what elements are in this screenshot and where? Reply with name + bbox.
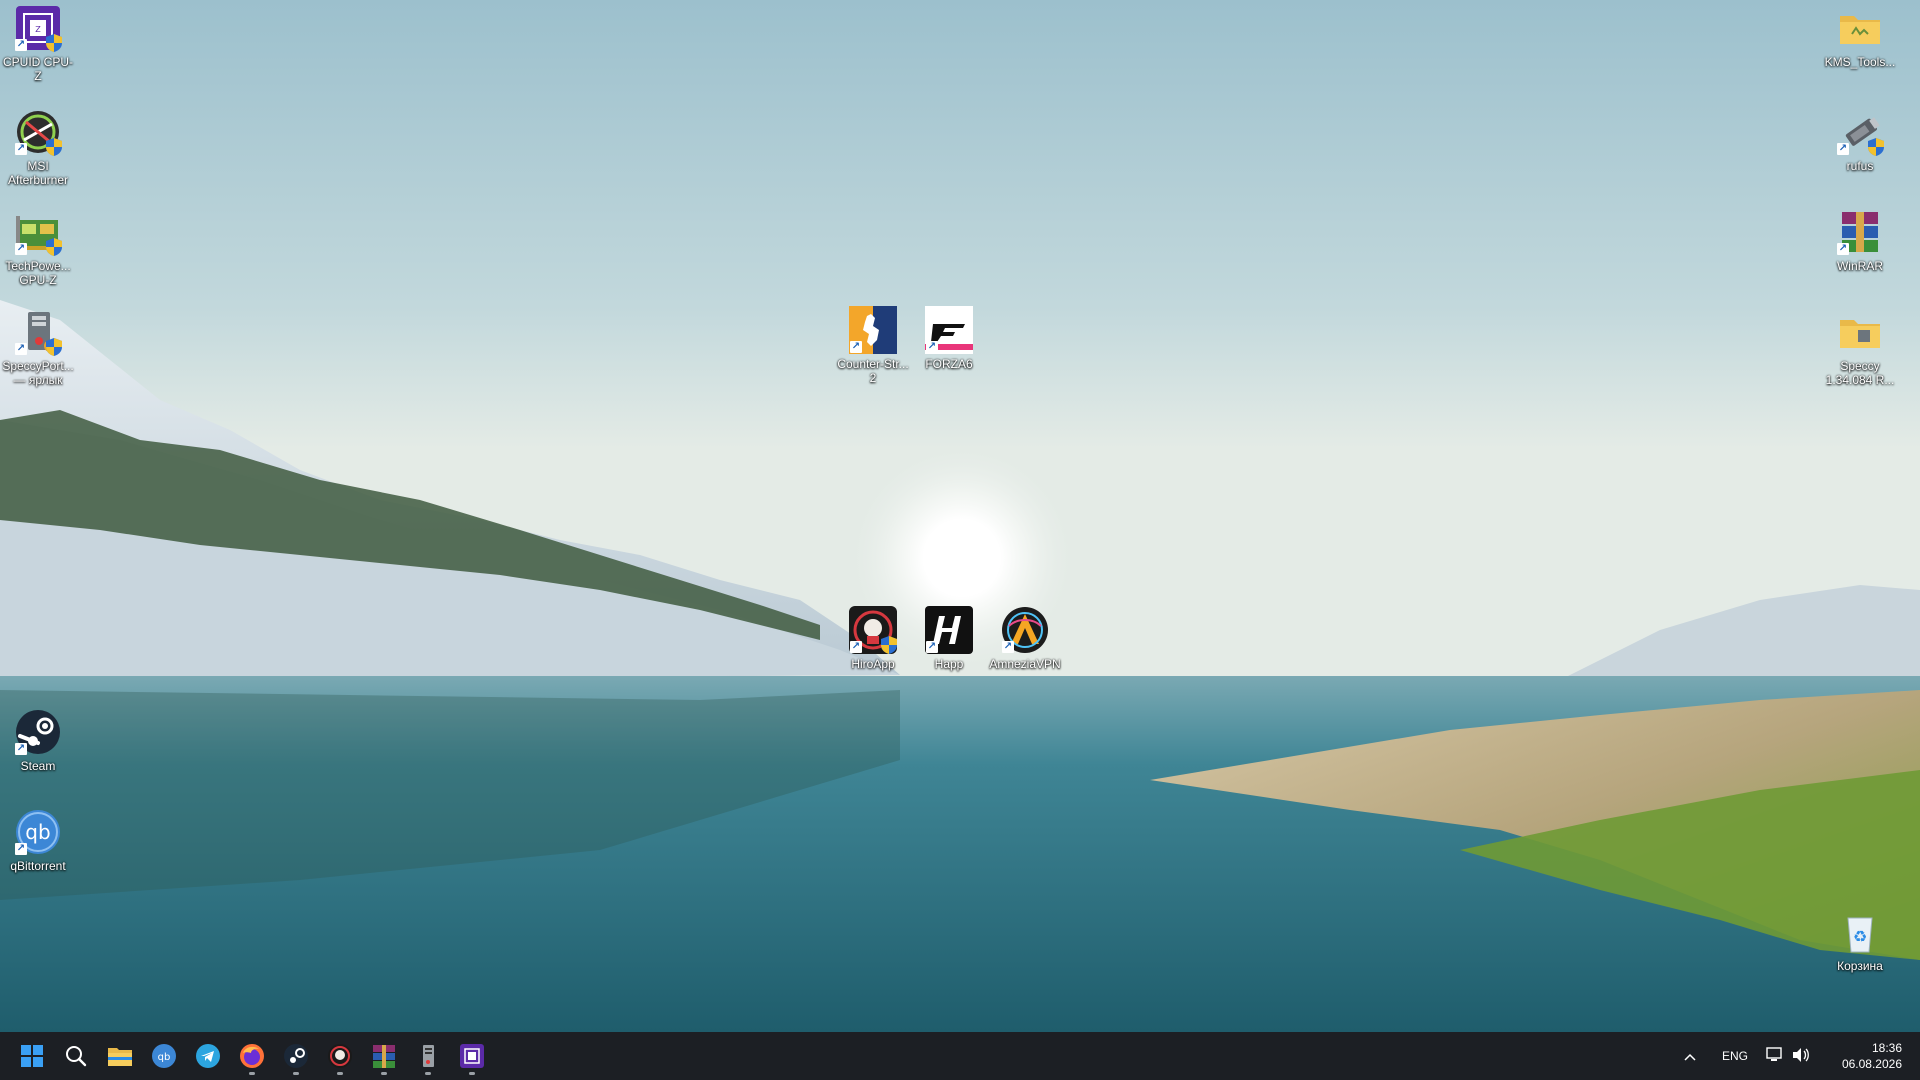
running-indicator (425, 1072, 431, 1075)
desktop-icon-label: KMS_Tools... (1824, 55, 1896, 69)
desktop-icon-label: rufus (1846, 159, 1874, 173)
desktop-icon-kms-tools[interactable]: KMS_Tools... (1822, 4, 1898, 69)
rufus-icon: ↗ (1836, 108, 1884, 156)
search-icon (66, 1046, 87, 1067)
desktop-icon-steam[interactable]: ↗ Steam (0, 708, 76, 773)
speccy-portable-icon: ↗ (14, 308, 62, 356)
gpu-z-icon: ↗ (14, 208, 62, 256)
desktop-icon-hiroapp[interactable]: ↗ HiroApp (835, 606, 911, 671)
msi-afterburner-icon: ↗ (14, 108, 62, 156)
desktop-icon-counter-strike[interactable]: ↗ Counter-Str... 2 (835, 306, 911, 385)
desktop-icon-label: WinRAR (1836, 259, 1883, 273)
hiroapp-icon: ↗ (849, 606, 897, 654)
desktop-icon-label: Корзина (1837, 959, 1883, 973)
firefox-icon (240, 1044, 264, 1068)
running-indicator (337, 1072, 343, 1075)
cpu-z-icon (460, 1044, 484, 1068)
forza-icon: ↗ (925, 306, 973, 354)
desktop-icon-winrar[interactable]: ↗ WinRAR (1822, 208, 1898, 273)
desktop-icon-forza[interactable]: ↗ FORZA6 (911, 306, 987, 371)
desktop-icon-label: Speccy 1.34.084 R... (1825, 359, 1895, 387)
telegram-icon (196, 1044, 220, 1068)
counter-strike-icon: ↗ (849, 306, 897, 354)
desktop-icon-label: Happ (934, 657, 964, 671)
desktop-icon-qbittorrent[interactable]: qb ↗ qBittorrent (0, 808, 76, 873)
desktop[interactable]: Z ↗ CPUID CPU-Z ↗ MSI Afterburner ↗ Tech… (0, 0, 1920, 1032)
svg-text:Z: Z (35, 25, 41, 34)
hiroapp-icon (328, 1044, 352, 1068)
winrar-icon (373, 1045, 395, 1068)
taskbar: qb ENG 18:36 06.08.2026 (0, 1032, 1920, 1080)
language-indicator[interactable]: ENG (1722, 1049, 1748, 1063)
happ-icon: ↗ (925, 606, 973, 654)
amnezia-vpn-icon: ↗ (1001, 606, 1049, 654)
running-indicator (381, 1072, 387, 1075)
taskbar-steam[interactable] (276, 1036, 316, 1076)
volume-icon[interactable] (1792, 1047, 1810, 1066)
taskbar-explorer[interactable] (100, 1036, 140, 1076)
desktop-icon-label: AmneziaVPN (989, 657, 1061, 671)
chevron-up-icon (1684, 1053, 1696, 1061)
network-icon[interactable] (1766, 1046, 1784, 1066)
desktop-icon-label: MSI Afterburner (7, 159, 69, 187)
winrar-icon: ↗ (1836, 208, 1884, 256)
desktop-icon-rufus[interactable]: ↗ rufus (1822, 108, 1898, 173)
desktop-icon-cpuz[interactable]: Z ↗ CPUID CPU-Z (0, 4, 76, 83)
desktop-icon-label: Steam (20, 759, 56, 773)
windows-start-icon (21, 1045, 43, 1067)
desktop-icon-label: TechPowe... GPU-Z (5, 259, 71, 287)
desktop-icon-label: HiroApp (851, 657, 895, 671)
taskbar-cpuz[interactable] (452, 1036, 492, 1076)
tray-overflow-chevron[interactable] (1676, 1048, 1704, 1064)
svg-text:qb: qb (158, 1052, 171, 1063)
running-indicator (293, 1072, 299, 1075)
running-indicator (249, 1072, 255, 1075)
start-button[interactable] (12, 1036, 52, 1076)
clock-time: 18:36 (1871, 1041, 1902, 1055)
steam-icon (284, 1044, 308, 1068)
desktop-icon-label: Counter-Str... 2 (837, 357, 909, 385)
desktop-icon-label: CPUID CPU-Z (2, 55, 73, 83)
cpu-z-icon: Z ↗ (14, 4, 62, 52)
desktop-icon-speccy-portable[interactable]: ↗ SpeccyPort... — ярлык (0, 308, 76, 387)
folder-icon (1836, 308, 1884, 356)
qbittorrent-icon: qb (152, 1044, 176, 1068)
clock[interactable]: 18:36 06.08.2026 (1842, 1040, 1902, 1072)
desktop-icon-gpuz[interactable]: ↗ TechPowe... GPU-Z (0, 208, 76, 287)
file-explorer-icon (108, 1048, 132, 1066)
recycle-bin-icon: ♻ (1836, 908, 1884, 956)
running-indicator (469, 1072, 475, 1075)
desktop-icon-speccy-folder[interactable]: Speccy 1.34.084 R... (1822, 308, 1898, 387)
svg-text:♻: ♻ (1853, 927, 1867, 946)
taskbar-qbittorrent[interactable]: qb (144, 1036, 184, 1076)
folder-icon (1836, 4, 1884, 52)
wallpaper (0, 0, 1920, 1032)
desktop-icon-amnezia-vpn[interactable]: ↗ AmneziaVPN (987, 606, 1063, 671)
qbittorrent-icon: qb ↗ (14, 808, 62, 856)
desktop-icon-label: SpeccyPort... — ярлык (2, 359, 74, 387)
taskbar-firefox[interactable] (232, 1036, 272, 1076)
desktop-icon-label: FORZA6 (925, 357, 973, 371)
desktop-icon-label: qBittorrent (10, 859, 66, 873)
taskbar-winrar[interactable] (364, 1036, 404, 1076)
desktop-icon-happ[interactable]: ↗ Happ (911, 606, 987, 671)
steam-icon: ↗ (14, 708, 62, 756)
speccy-icon (423, 1045, 434, 1067)
taskbar-speccy[interactable] (408, 1036, 448, 1076)
taskbar-telegram[interactable] (188, 1036, 228, 1076)
desktop-icon-recycle-bin[interactable]: ♻ Корзина (1822, 908, 1898, 973)
taskbar-hiroapp[interactable] (320, 1036, 360, 1076)
search-button[interactable] (56, 1036, 96, 1076)
system-tray: ENG (1676, 1032, 1810, 1080)
clock-date: 06.08.2026 (1841, 1057, 1902, 1071)
svg-text:qb: qb (25, 820, 50, 844)
desktop-icon-msi-afterburner[interactable]: ↗ MSI Afterburner (0, 108, 76, 187)
